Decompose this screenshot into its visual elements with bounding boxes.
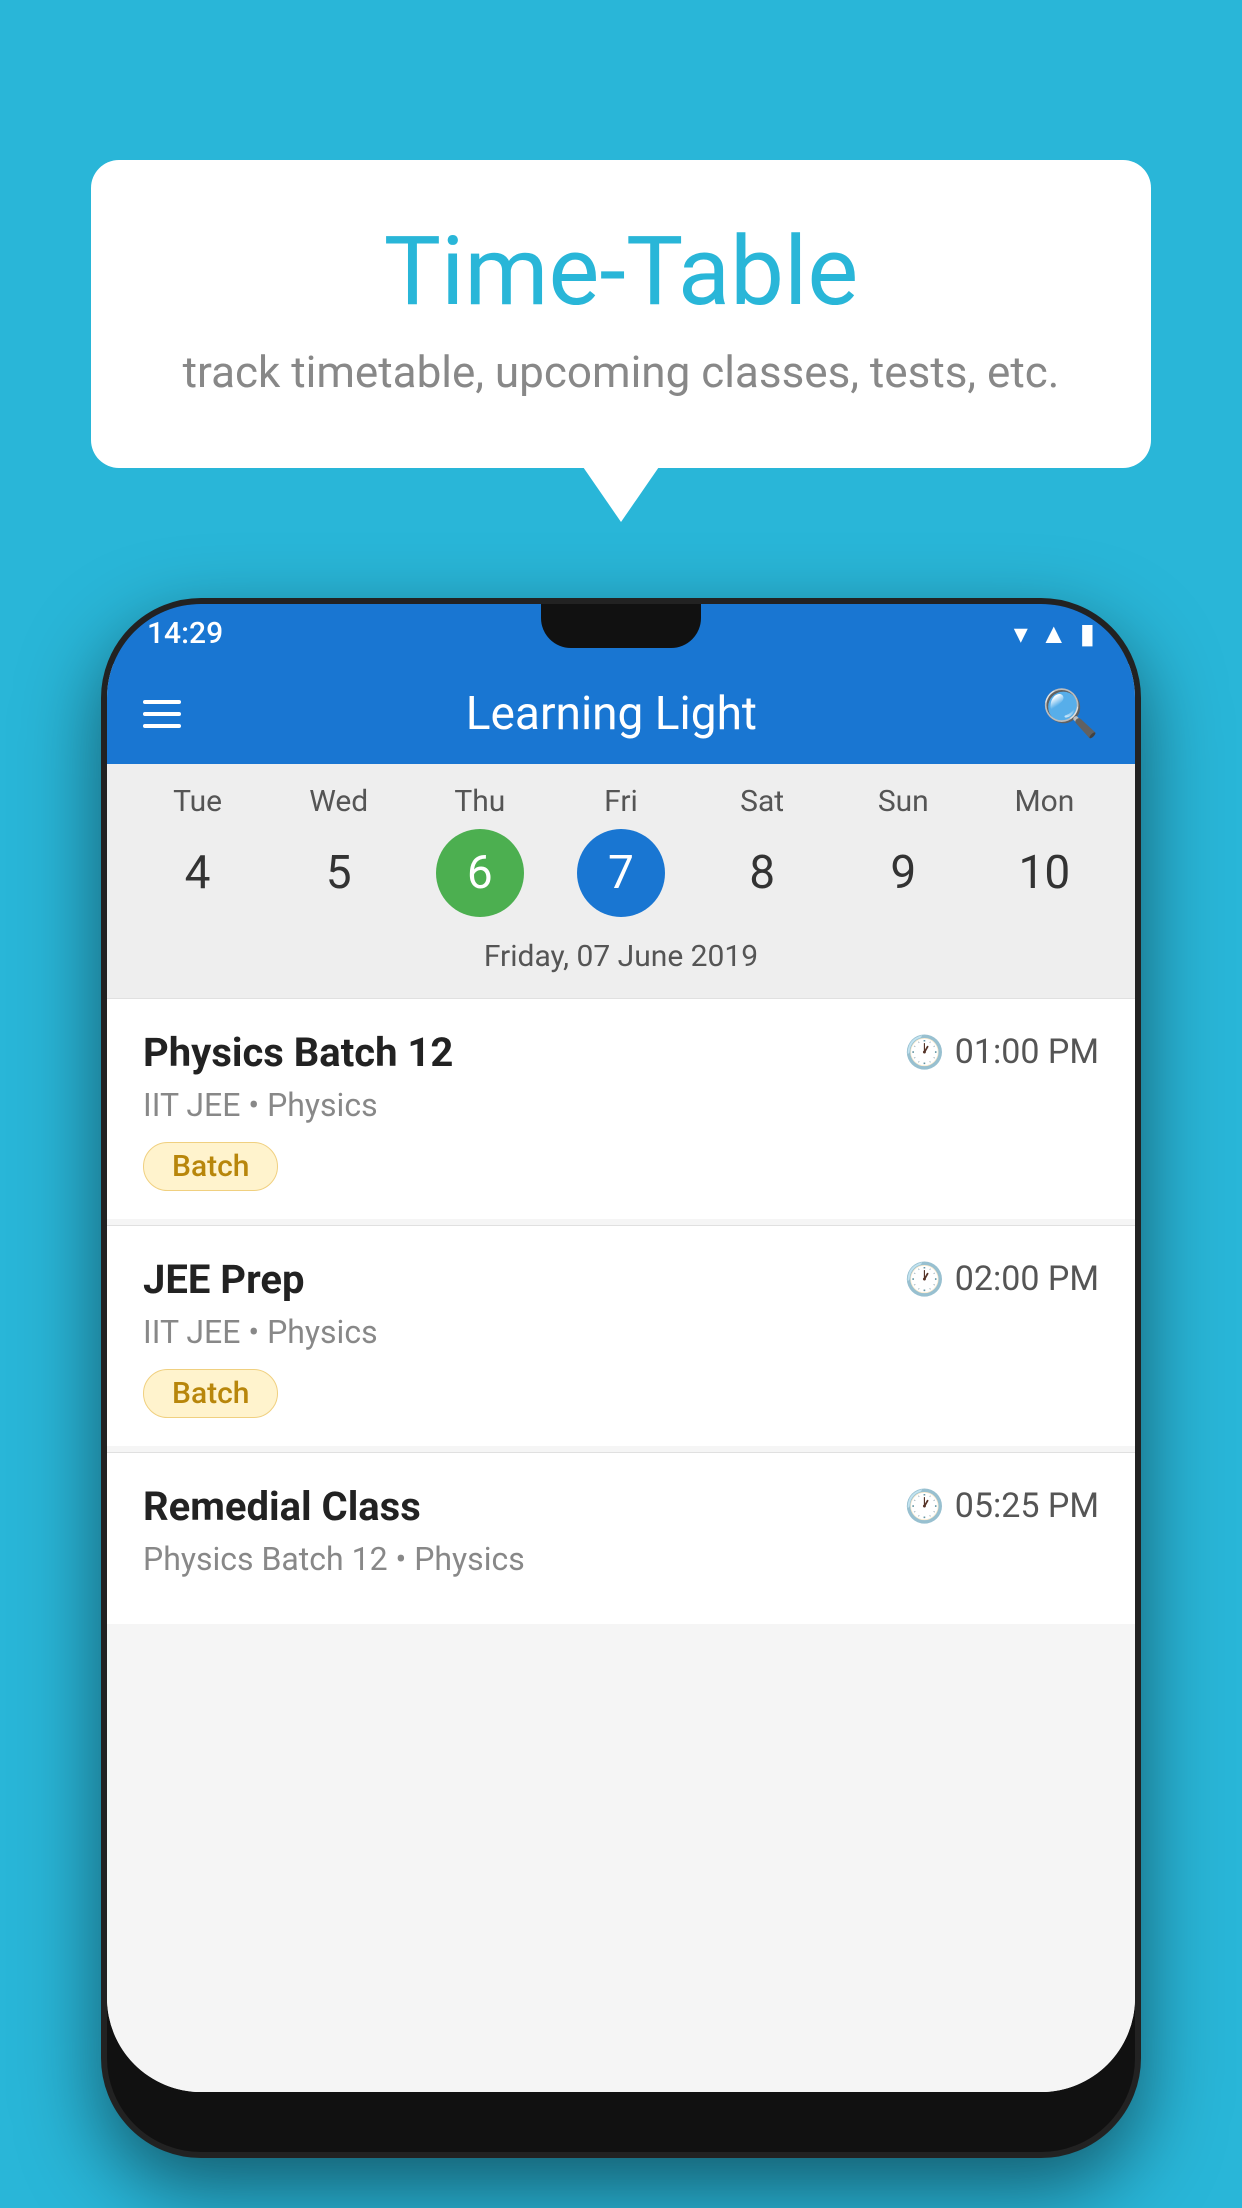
event-header: Remedial Class 🕐 05:25 PM [143, 1483, 1099, 1530]
calendar-day-col[interactable]: Sun 9 [833, 784, 974, 917]
day-label: Thu [454, 784, 505, 819]
event-time-text: 02:00 PM [955, 1259, 1099, 1299]
day-number[interactable]: 7 [577, 829, 665, 917]
event-time: 🕐 05:25 PM [905, 1486, 1099, 1526]
phone-frame: 14:29 ▾ ▲ ▮ Learning Light 🔍 [101, 598, 1141, 2158]
hamburger-menu-button[interactable] [143, 700, 181, 728]
app-title: Learning Light [466, 687, 757, 741]
hamburger-line-2 [143, 712, 181, 716]
power-button [1135, 924, 1141, 1004]
event-time-text: 05:25 PM [955, 1486, 1099, 1526]
search-button[interactable]: 🔍 [1042, 687, 1099, 741]
event-card[interactable]: JEE Prep 🕐 02:00 PM IIT JEE • Physics Batch [107, 1226, 1135, 1446]
calendar-day-col[interactable]: Fri 7 [550, 784, 691, 917]
bubble-title: Time-Table [161, 220, 1081, 326]
calendar-day-col[interactable]: Thu 6 [409, 784, 550, 917]
day-number[interactable]: 4 [154, 829, 242, 917]
phone-notch [541, 604, 701, 648]
batch-tag: Batch [143, 1142, 278, 1191]
selected-date-label: Friday, 07 June 2019 [127, 929, 1115, 988]
volume-up-button [101, 964, 107, 1064]
calendar-day-col[interactable]: Wed 5 [268, 784, 409, 917]
hamburger-line-3 [143, 724, 181, 728]
day-number[interactable]: 5 [295, 829, 383, 917]
event-title: Physics Batch 12 [143, 1029, 453, 1076]
event-meta: Physics Batch 12 • Physics [143, 1540, 1099, 1578]
batch-tag: Batch [143, 1369, 278, 1418]
calendar-day-col[interactable]: Tue 4 [127, 784, 268, 917]
event-time: 🕐 02:00 PM [905, 1259, 1099, 1299]
day-number[interactable]: 6 [436, 829, 524, 917]
phone-wrapper: 14:29 ▾ ▲ ▮ Learning Light 🔍 [101, 598, 1141, 2158]
battery-icon: ▮ [1080, 617, 1095, 650]
status-time: 14:29 [147, 616, 223, 651]
day-number[interactable]: 10 [1000, 829, 1088, 917]
event-time-text: 01:00 PM [955, 1032, 1099, 1072]
signal-icon: ▲ [1040, 617, 1068, 650]
clock-icon: 🕐 [905, 1487, 945, 1525]
day-number[interactable]: 8 [718, 829, 806, 917]
event-header: JEE Prep 🕐 02:00 PM [143, 1256, 1099, 1303]
status-icons: ▾ ▲ ▮ [1014, 617, 1095, 650]
day-label: Tue [173, 784, 222, 819]
event-title: Remedial Class [143, 1483, 421, 1530]
day-label: Mon [1014, 784, 1074, 819]
day-number[interactable]: 9 [859, 829, 947, 917]
day-label: Fri [604, 784, 638, 819]
event-title: JEE Prep [143, 1256, 304, 1303]
hamburger-line-1 [143, 700, 181, 704]
event-card[interactable]: Physics Batch 12 🕐 01:00 PM IIT JEE • Physi… [107, 999, 1135, 1219]
wifi-icon: ▾ [1014, 617, 1028, 650]
day-label: Wed [309, 784, 368, 819]
volume-down-button [101, 1094, 107, 1194]
speech-bubble: Time-Table track timetable, upcoming cla… [91, 160, 1151, 468]
app-toolbar: Learning Light 🔍 [107, 664, 1135, 764]
clock-icon: 🕐 [905, 1033, 945, 1071]
calendar-section: Tue 4 Wed 5 Thu 6 Fri 7 Sat 8 Sun 9 Mon 10 Friday, 07… [107, 764, 1135, 998]
volume-silent-button [101, 864, 107, 924]
events-list: Physics Batch 12 🕐 01:00 PM IIT JEE • Physi… [107, 999, 1135, 2092]
event-card[interactable]: Remedial Class 🕐 05:25 PM Physics Batch 12 … [107, 1453, 1135, 1624]
event-meta: IIT JEE • Physics [143, 1313, 1099, 1351]
day-label: Sun [878, 784, 929, 819]
clock-icon: 🕐 [905, 1260, 945, 1298]
phone-screen: Learning Light 🔍 Tue 4 Wed 5 Thu 6 Fri 7 Sat 8 Sun… [107, 664, 1135, 2092]
calendar-day-col[interactable]: Mon 10 [974, 784, 1115, 917]
calendar-day-col[interactable]: Sat 8 [692, 784, 833, 917]
speech-bubble-section: Time-Table track timetable, upcoming cla… [0, 160, 1242, 468]
calendar-days-row: Tue 4 Wed 5 Thu 6 Fri 7 Sat 8 Sun 9 Mon 10 [127, 784, 1115, 917]
event-meta: IIT JEE • Physics [143, 1086, 1099, 1124]
event-header: Physics Batch 12 🕐 01:00 PM [143, 1029, 1099, 1076]
event-time: 🕐 01:00 PM [905, 1032, 1099, 1072]
bubble-subtitle: track timetable, upcoming classes, tests… [161, 346, 1081, 398]
day-label: Sat [740, 784, 784, 819]
